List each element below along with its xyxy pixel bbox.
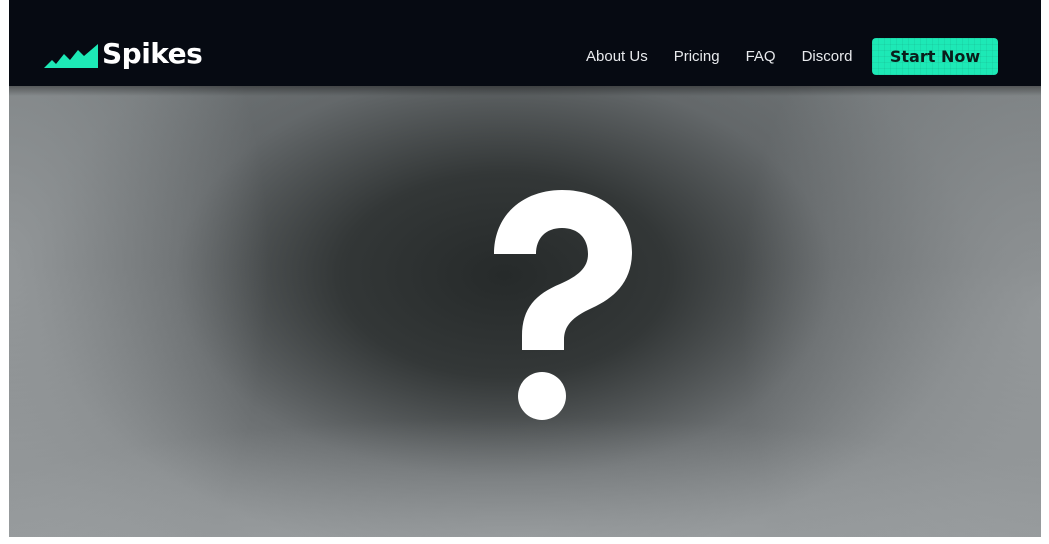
nav-link-faq[interactable]: FAQ [746,47,776,67]
main-nav: About Us Pricing FAQ Discord [586,47,852,67]
nav-link-pricing[interactable]: Pricing [674,47,720,67]
spikes-chart-logo-icon [44,44,98,68]
page-frame: Spikes About Us Pricing FAQ Discord Star… [9,0,1041,537]
start-now-button[interactable]: Start Now [872,38,998,75]
navbar: Spikes About Us Pricing FAQ Discord Star… [9,0,1041,86]
logo-link[interactable]: Spikes [44,36,203,76]
nav-link-discord[interactable]: Discord [802,47,853,67]
logo-text: Spikes [102,37,203,70]
nav-link-about-us[interactable]: About Us [586,47,648,67]
question-mark-icon [494,190,632,420]
hero-section [9,86,1041,537]
